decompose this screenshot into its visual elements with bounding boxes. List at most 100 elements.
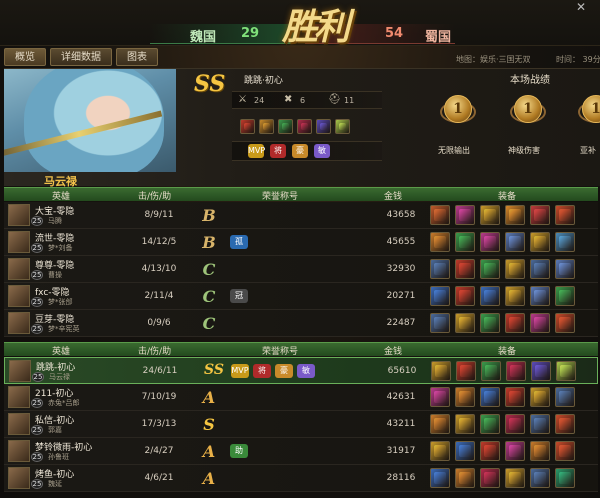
equipment-slot-icon[interactable] (455, 259, 475, 279)
equipment-slot-icon[interactable] (555, 313, 575, 333)
equipment-slot-icon[interactable] (480, 286, 500, 306)
equipment-slot-icon[interactable] (297, 119, 312, 134)
grade-badge: A (202, 442, 216, 461)
equipment-slot-icon[interactable] (480, 205, 500, 225)
equipment-slot-icon[interactable] (530, 259, 550, 279)
wei-team-score: 29 (241, 26, 260, 41)
equipment-slot-icon[interactable] (531, 361, 551, 381)
kda-value: 0/9/6 (147, 318, 171, 328)
equipment-slot-icon[interactable] (430, 414, 450, 434)
equipment-slot-icon[interactable] (555, 286, 575, 306)
equipment-slot-icon[interactable] (555, 468, 575, 488)
close-icon[interactable]: ✕ (576, 0, 598, 14)
col-kda: 击/伤/助 (138, 347, 172, 357)
equipment-slot-icon[interactable] (505, 205, 525, 225)
equipment-slot-icon[interactable] (480, 232, 500, 252)
equipment-slot-icon[interactable] (480, 259, 500, 279)
equipment-slot-icon[interactable] (480, 313, 500, 333)
equipment-slot-icon[interactable] (555, 441, 575, 461)
equipment-slot-icon[interactable] (455, 387, 475, 407)
equipment-slot-icon[interactable] (530, 205, 550, 225)
honor-badge: MVP (248, 144, 265, 158)
equipment-slot-icon[interactable] (455, 441, 475, 461)
equipment-slot-icon[interactable] (430, 259, 450, 279)
equipment-slot-icon[interactable] (240, 119, 255, 134)
equipment-slot-icon[interactable] (259, 119, 274, 134)
crossed-tools-icon: ✖ (284, 94, 293, 105)
tab-overview[interactable]: 概览 (4, 48, 46, 66)
money-value: 43211 (386, 419, 416, 429)
equipment-slot-icon[interactable] (506, 361, 526, 381)
equipment-slot-icon[interactable] (430, 313, 450, 333)
equipment-slot-icon[interactable] (455, 205, 475, 225)
equipment-slot-icon[interactable] (335, 119, 350, 134)
equipment-slot-icon[interactable] (481, 361, 501, 381)
equipment-slot-icon[interactable] (505, 414, 525, 434)
equipment-slot-icon[interactable] (455, 286, 475, 306)
equipment-slot-icon[interactable] (430, 441, 450, 461)
honor-badge: MVP (231, 364, 249, 378)
equipment-slot-icon[interactable] (430, 232, 450, 252)
money-value: 42631 (386, 392, 416, 402)
grade-badge: SS (204, 362, 224, 378)
shu-team-rows: 25 跳跳-初心 马云禄 24/6/11 SS MVP 将豪敏 65610 25 211-初心 赤兔… (4, 357, 598, 492)
player-row[interactable]: 25 豆芽-零隐 梦*辛宪英 0/9/6 C 22487 (4, 310, 598, 337)
equipment-slot-icon[interactable] (505, 232, 525, 252)
equipment-slot-icon[interactable] (505, 286, 525, 306)
equipment-slot-icon[interactable] (456, 361, 476, 381)
grade-badge: A (202, 388, 216, 407)
player-row[interactable]: 25 尊尊-零隐 曹操 4/13/10 C 32930 (4, 256, 598, 283)
player-row[interactable]: 25 流世-零隐 梦*刘备 14/12/5 B 孤 45655 (4, 229, 598, 256)
equipment-slot-icon[interactable] (455, 468, 475, 488)
equipment-slot-icon[interactable] (455, 232, 475, 252)
equipment-slot-icon[interactable] (530, 414, 550, 434)
tab-chart[interactable]: 图表 (116, 48, 158, 66)
equipment-slot-icon[interactable] (555, 259, 575, 279)
equipment-slot-icon[interactable] (316, 119, 331, 134)
equipment-slot-icon[interactable] (505, 259, 525, 279)
equipment-slot-icon[interactable] (505, 468, 525, 488)
equipment-slot-icon[interactable] (530, 313, 550, 333)
equipment-slot-icon[interactable] (505, 387, 525, 407)
equipment-slot-icon[interactable] (530, 441, 550, 461)
equipment-slot-icon[interactable] (430, 205, 450, 225)
equipment-slot-icon[interactable] (480, 414, 500, 434)
equipment-slot-icon[interactable] (480, 387, 500, 407)
equipment-slot-icon[interactable] (480, 441, 500, 461)
equipment-slot-icon[interactable] (455, 313, 475, 333)
equipment-slot-icon[interactable] (555, 387, 575, 407)
equipment-slot-icon[interactable] (455, 414, 475, 434)
player-row[interactable]: 25 梦铃微雨-初心 孙鲁班 2/4/27 A 助 31917 (4, 438, 598, 465)
equipment-slot-icon[interactable] (505, 441, 525, 461)
equipment-slot-icon[interactable] (530, 232, 550, 252)
player-row[interactable]: 25 211-初心 赤兔*吕郎 7/10/19 A 42631 (4, 384, 598, 411)
wei-team-name: 魏国 (190, 30, 217, 45)
equipment-slot-icon[interactable] (430, 286, 450, 306)
player-row[interactable]: 25 跳跳-初心 马云禄 24/6/11 SS MVP 将豪敏 65610 (4, 357, 598, 384)
money-value: 28116 (386, 473, 416, 483)
equipment-slot-icon[interactable] (530, 286, 550, 306)
tab-detail-data[interactable]: 详细数据 (50, 48, 112, 66)
equipment-slot-icon[interactable] (480, 468, 500, 488)
col-items: 装备 (498, 347, 517, 357)
equipment-slot-icon[interactable] (530, 387, 550, 407)
equipment-slot-icon[interactable] (556, 361, 576, 381)
equipment-slot-icon[interactable] (505, 313, 525, 333)
grade-badge: C (202, 287, 216, 306)
map-label: 地图：娱乐·三国无双 (456, 55, 531, 64)
player-row[interactable]: 25 fxc-零隐 梦*张郃 2/11/4 C 冠 20271 (4, 283, 598, 310)
equipment-slot-icon[interactable] (430, 468, 450, 488)
equipment-slot-icon[interactable] (431, 361, 451, 381)
equipment-slot-icon[interactable] (555, 414, 575, 434)
equipment-slot-icon[interactable] (555, 232, 575, 252)
equipment-slot-icon[interactable] (530, 468, 550, 488)
player-row[interactable]: 25 烤鱼-初心 魏延 4/6/21 A 28116 (4, 465, 598, 492)
player-row[interactable]: 25 大宝-零隐 马腾 8/9/11 B 43658 (4, 202, 598, 229)
hero-name: 马云禄 (49, 373, 70, 381)
hero-name: 赤兔*吕郎 (48, 399, 80, 407)
equipment-slot-icon[interactable] (555, 205, 575, 225)
equipment-slot-icon[interactable] (430, 387, 450, 407)
honor-badge: 将 (270, 144, 286, 158)
player-row[interactable]: 25 私信-初心 郭嘉 17/3/13 S 43211 (4, 411, 598, 438)
equipment-slot-icon[interactable] (278, 119, 293, 134)
